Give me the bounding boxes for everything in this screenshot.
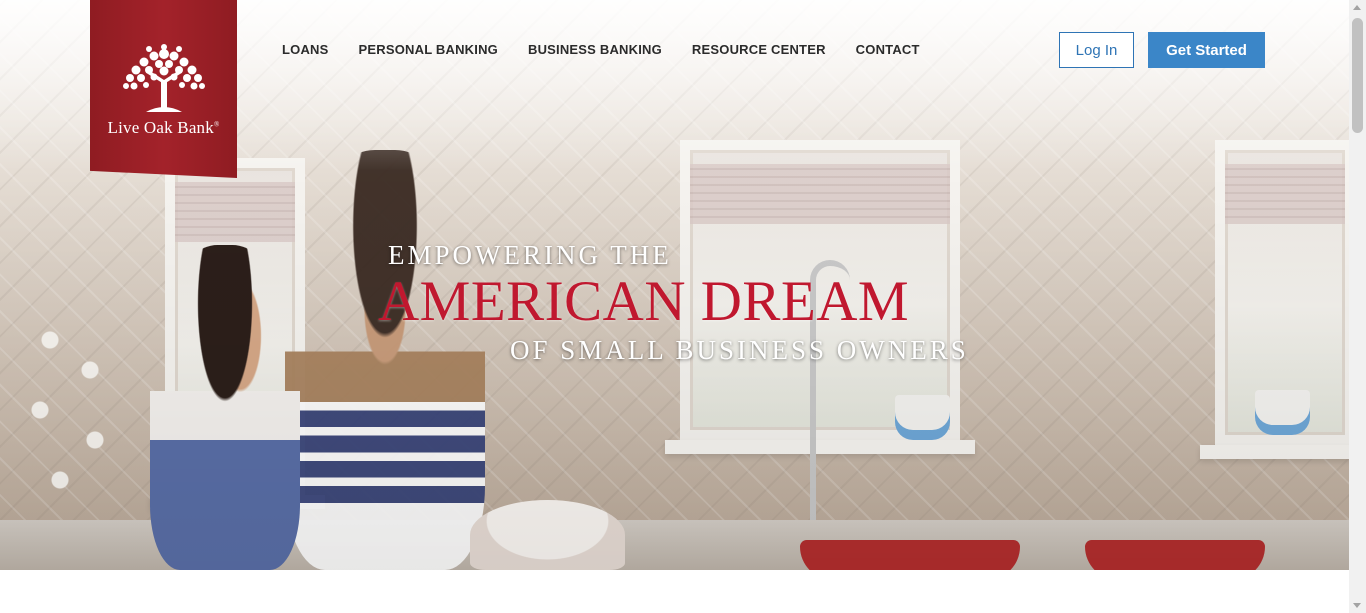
headline-line-2: AMERICAN DREAM bbox=[378, 270, 910, 333]
headline-line-1: EMPOWERING THE bbox=[388, 240, 672, 270]
live-oak-bank-logo[interactable]: Live Oak Bank® bbox=[90, 0, 237, 178]
logo-wordmark: Live Oak Bank® bbox=[107, 118, 220, 137]
scroll-down-icon[interactable] bbox=[1353, 603, 1361, 608]
main-navigation: LOANS PERSONAL BANKING BUSINESS BANKING … bbox=[282, 42, 920, 57]
nav-item-loans[interactable]: LOANS bbox=[282, 42, 329, 57]
hero-headline: EMPOWERING THE AMERICAN DREAM OF SMALL B… bbox=[378, 240, 978, 366]
page-scrollbar[interactable] bbox=[1349, 0, 1366, 613]
headline-line-3: OF SMALL BUSINESS OWNERS bbox=[510, 335, 969, 365]
scrollbar-thumb[interactable] bbox=[1352, 18, 1363, 133]
nav-item-business-banking[interactable]: BUSINESS BANKING bbox=[528, 42, 662, 57]
nav-item-personal-banking[interactable]: PERSONAL BANKING bbox=[359, 42, 498, 57]
get-started-button[interactable]: Get Started bbox=[1148, 32, 1265, 68]
scroll-up-icon[interactable] bbox=[1353, 5, 1361, 10]
login-button[interactable]: Log In bbox=[1059, 32, 1134, 68]
nav-item-resource-center[interactable]: RESOURCE CENTER bbox=[692, 42, 826, 57]
oak-tree-icon bbox=[122, 44, 205, 112]
nav-item-contact[interactable]: CONTACT bbox=[856, 42, 920, 57]
